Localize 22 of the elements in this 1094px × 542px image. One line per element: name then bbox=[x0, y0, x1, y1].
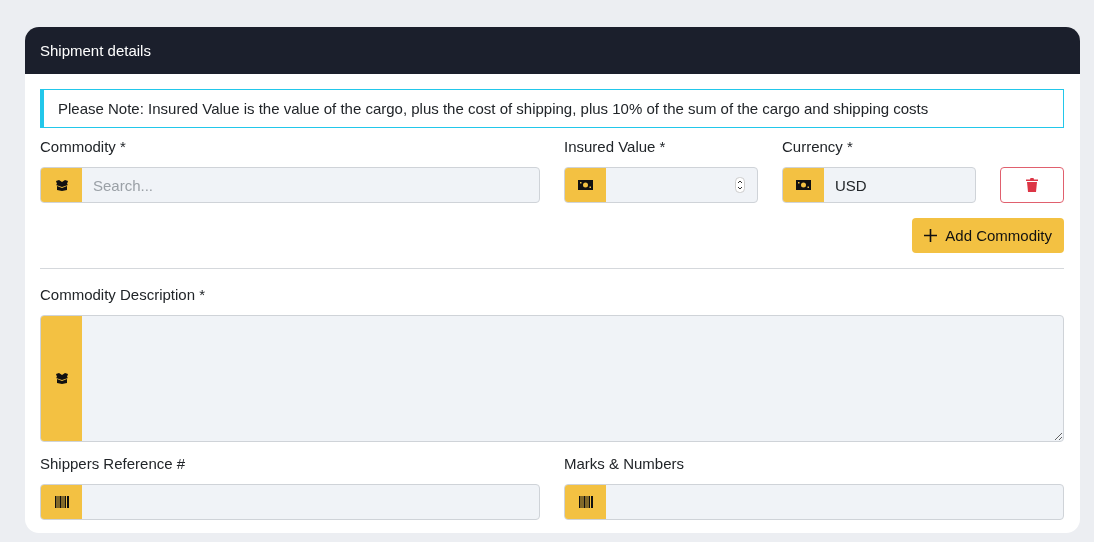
field-label: Marks & Numbers bbox=[564, 455, 686, 473]
field-label: Currency * bbox=[782, 138, 854, 156]
spinner-icon bbox=[735, 177, 745, 193]
add-commodity-button[interactable]: Add Commodity bbox=[912, 218, 1064, 253]
info-note: Please Note: Insured Value is the value of the cargo, plus the cost of shipping, plus 10% of the sum of the cargo and shipping costs bbox=[40, 89, 1064, 128]
barcode-icon bbox=[54, 496, 69, 508]
input-group[interactable]: USD bbox=[782, 167, 976, 203]
card-title: Shipment details bbox=[40, 42, 151, 59]
banknote-icon bbox=[578, 180, 593, 190]
input-group[interactable] bbox=[564, 167, 758, 203]
trash-icon bbox=[1026, 178, 1038, 192]
field-label: Shippers Reference # bbox=[40, 455, 187, 473]
barcode-icon bbox=[578, 496, 593, 508]
plus-icon bbox=[924, 229, 938, 242]
field-label: Commodity * bbox=[40, 138, 127, 156]
box-icon bbox=[54, 373, 69, 384]
delete-button[interactable] bbox=[1000, 167, 1064, 203]
input-field[interactable]: USD bbox=[824, 168, 975, 202]
banknote-icon bbox=[796, 180, 811, 190]
field-label: Commodity Description * bbox=[40, 286, 207, 304]
box-icon bbox=[54, 179, 69, 191]
field-label: Insured Value * bbox=[564, 138, 667, 156]
